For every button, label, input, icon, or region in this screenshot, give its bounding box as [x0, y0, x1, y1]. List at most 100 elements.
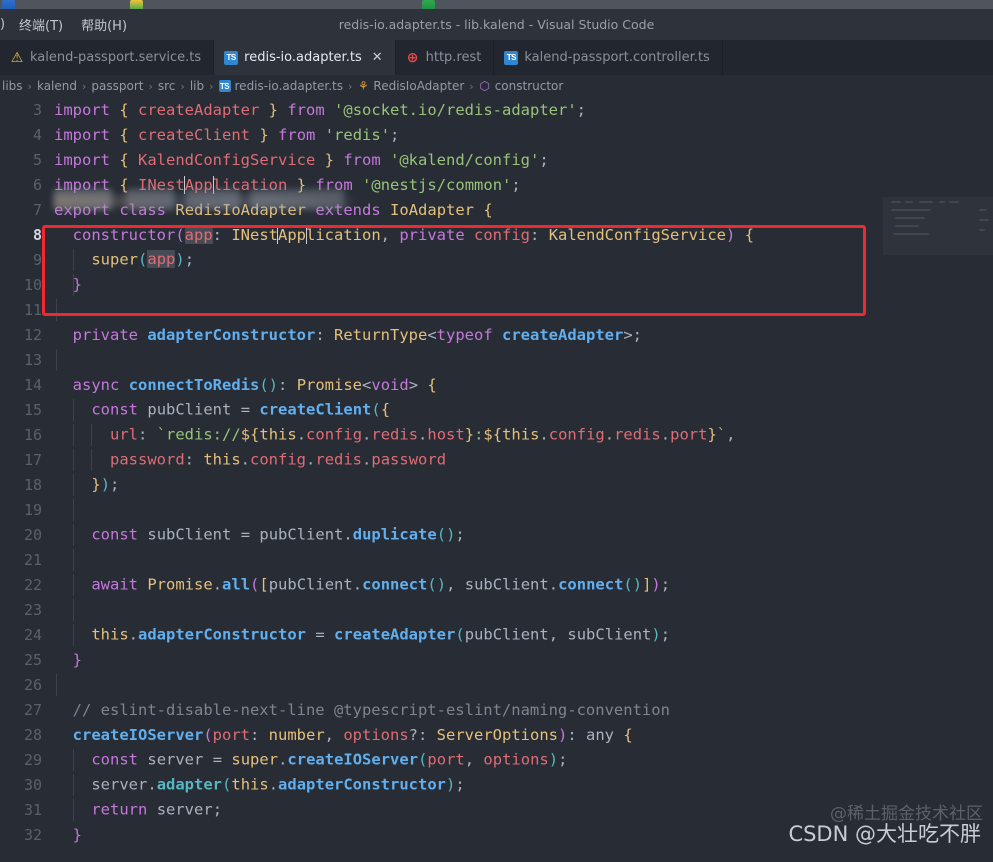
warning-icon: ⚠ — [10, 49, 24, 66]
code-line[interactable]: 16 url: `redis://${this.config.redis.hos… — [0, 422, 993, 447]
line-content — [54, 598, 993, 621]
line-content: const pubClient = createClient({ — [54, 398, 993, 421]
code-line[interactable]: 27 // eslint-disable-next-line @typescri… — [0, 697, 993, 722]
code-line[interactable]: 29 const server = super.createIOServer(p… — [0, 747, 993, 772]
code-line[interactable]: 20 const subClient = pubClient.duplicate… — [0, 522, 993, 547]
code-line[interactable]: 17 password: this.config.redis.password — [0, 447, 993, 472]
code-line[interactable]: 5 import { KalendConfigService } from '@… — [0, 147, 993, 172]
line-content: private adapterConstructor: ReturnType<t… — [72, 325, 643, 344]
line-content: createIOServer(port: number, options?: S… — [72, 725, 633, 744]
line-number: 15 — [23, 400, 42, 419]
breadcrumb-separator-icon: › — [27, 79, 32, 93]
breadcrumb-item-label: redis-io.adapter.ts — [234, 79, 344, 93]
line-number: 20 — [23, 525, 42, 544]
code-line[interactable]: 18 }); — [0, 472, 993, 497]
code-editor[interactable]: 3 import { createAdapter } from '@socket… — [0, 97, 993, 862]
menu-item-help[interactable]: 帮助(H) — [72, 12, 136, 37]
code-line[interactable]: 25 } — [0, 647, 993, 672]
line-content: super(app); — [54, 248, 993, 271]
line-number: 10 — [23, 275, 42, 294]
code-line[interactable]: 31 return server; — [0, 797, 993, 822]
line-number: 31 — [23, 800, 42, 819]
breadcrumb-separator-icon: › — [348, 79, 353, 93]
code-line[interactable]: 30 server.adapter(this.adapterConstructo… — [0, 772, 993, 797]
line-number: 8 — [32, 225, 42, 244]
code-line[interactable]: 22 await Promise.all([pubClient.connect(… — [0, 572, 993, 597]
code-line[interactable]: 21 — [0, 547, 993, 572]
breadcrumb-item-passport[interactable]: passport — [89, 79, 145, 93]
code-line[interactable]: 6 import { INestApplication } from '@nes… — [0, 172, 993, 197]
line-content: } — [54, 273, 993, 296]
tab-kalend-passport-service[interactable]: ⚠ kalend-passport.service.ts — [0, 40, 215, 75]
line-content: url: `redis://${this.config.redis.host}:… — [54, 423, 993, 446]
line-number: 27 — [23, 700, 42, 719]
line-content: this.adapterConstructor = createAdapter(… — [54, 623, 993, 646]
tab-label: kalend-passport.service.ts — [30, 50, 202, 65]
code-line[interactable]: 9 super(app); — [0, 247, 993, 272]
line-content: import { KalendConfigService } from '@ka… — [54, 150, 549, 169]
line-content: } — [72, 650, 83, 669]
line-number: 16 — [23, 425, 42, 444]
breadcrumb-item-label: constructor — [494, 79, 564, 93]
menu-item-terminal[interactable]: 终端(T) — [10, 12, 72, 37]
line-content: import { createAdapter } from '@socket.i… — [54, 100, 587, 119]
tab-redis-io-adapter[interactable]: TS redis-io.adapter.ts ✕ — [214, 40, 396, 75]
code-line[interactable]: 11 — [0, 297, 993, 322]
breadcrumb-separator-icon: › — [81, 79, 87, 93]
breadcrumb-separator-icon: › — [209, 79, 214, 93]
breadcrumb-item-file[interactable]: TS redis-io.adapter.ts — [217, 79, 346, 93]
breadcrumb-item-lib[interactable]: lib — [188, 79, 206, 93]
line-number: 13 — [23, 350, 42, 369]
code-line[interactable]: 4 import { createClient } from 'redis'; — [0, 122, 993, 147]
code-line[interactable]: 19 — [0, 497, 993, 522]
code-line[interactable]: 7 export class RedisIoAdapter extends Io… — [0, 197, 993, 222]
code-line[interactable]: 23 — [0, 597, 993, 622]
breadcrumb-item-class[interactable]: ⚘ RedisIoAdapter — [355, 79, 466, 93]
breadcrumb-separator-icon: › — [469, 79, 474, 93]
line-number: 24 — [23, 625, 42, 644]
breadcrumb-item-src[interactable]: src — [156, 79, 178, 93]
line-number: 7 — [32, 200, 42, 219]
menu-item-clipped[interactable]: ) — [0, 14, 10, 35]
code-line[interactable]: 8 constructor(app: INestApplication, pri… — [0, 222, 993, 247]
code-line[interactable]: 24 this.adapterConstructor = createAdapt… — [0, 622, 993, 647]
code-line[interactable]: 14 async connectToRedis(): Promise<void>… — [0, 372, 993, 397]
line-number: 30 — [23, 775, 42, 794]
line-content — [54, 298, 993, 321]
background-window-strip — [0, 0, 993, 11]
window-title: redis-io.adapter.ts - lib.kalend - Visua… — [338, 17, 655, 32]
line-number: 5 — [32, 150, 42, 169]
typescript-file-icon: TS — [218, 80, 231, 92]
breadcrumb-separator-icon: › — [148, 79, 153, 93]
line-number: 14 — [23, 375, 42, 394]
editor-tab-bar: ⚠ kalend-passport.service.ts TS redis-io… — [0, 40, 993, 75]
line-number: 29 — [23, 750, 42, 769]
line-number: 28 — [23, 725, 42, 744]
line-content — [54, 348, 993, 371]
line-number: 19 — [23, 500, 42, 519]
close-icon[interactable]: ✕ — [372, 51, 383, 64]
tab-http-rest[interactable]: ⊕ http.rest — [395, 40, 495, 75]
globe-icon: ⊕ — [406, 49, 419, 66]
code-line[interactable]: 32 } — [0, 822, 993, 847]
code-line[interactable]: 12 private adapterConstructor: ReturnTyp… — [0, 322, 993, 347]
class-symbol-icon: ⚘ — [358, 79, 369, 93]
tab-kalend-passport-controller[interactable]: TS kalend-passport.controller.ts — [494, 40, 723, 75]
title-bar: ) 终端(T) 帮助(H) redis-io.adapter.ts - lib.… — [0, 9, 993, 40]
line-content: // eslint-disable-next-line @typescript-… — [72, 700, 670, 719]
tab-label: redis-io.adapter.ts — [244, 50, 362, 65]
word-match-highlight: App — [277, 225, 308, 244]
vscode-window: ) 终端(T) 帮助(H) redis-io.adapter.ts - lib.… — [0, 9, 993, 862]
breadcrumb-item-kalend[interactable]: kalend — [35, 79, 79, 93]
code-line[interactable]: 28 createIOServer(port: number, options?… — [0, 722, 993, 747]
breadcrumb-item-libs[interactable]: libs — [0, 79, 25, 93]
breadcrumb-item-method[interactable]: ⬡ constructor — [477, 79, 566, 93]
code-line[interactable]: 26 — [0, 672, 993, 697]
word-match-highlight: App — [183, 175, 214, 194]
code-line[interactable]: 3 import { createAdapter } from '@socket… — [0, 97, 993, 122]
tab-label: kalend-passport.controller.ts — [524, 50, 710, 65]
code-line[interactable]: 15 const pubClient = createClient({ — [0, 397, 993, 422]
line-number: 25 — [23, 650, 42, 669]
code-line[interactable]: 13 — [0, 347, 993, 372]
code-line[interactable]: 10 } — [0, 272, 993, 297]
